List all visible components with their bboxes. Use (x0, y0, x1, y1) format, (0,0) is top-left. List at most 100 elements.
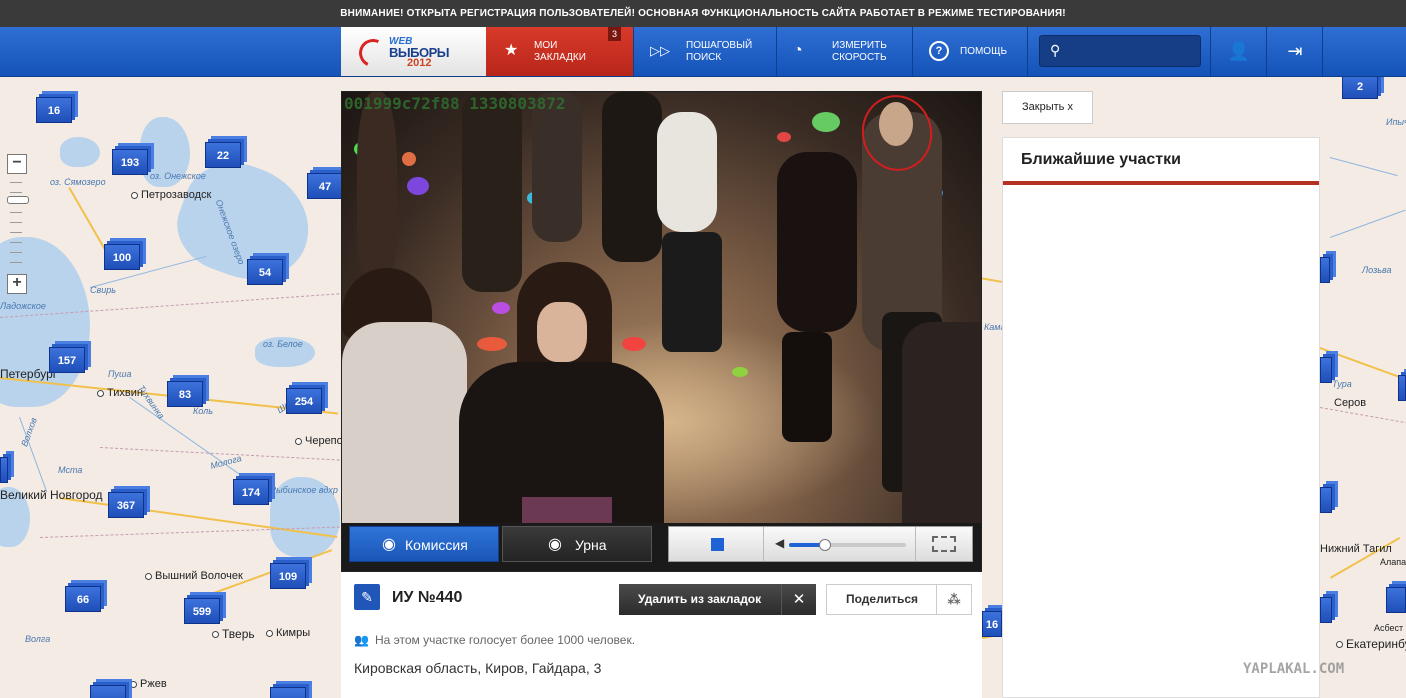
ballot-icon: ✎ (354, 584, 380, 610)
fullscreen-icon[interactable] (932, 536, 956, 552)
help-icon: ? (929, 41, 949, 61)
voters-note: 👥 На этом участке голосует более 1000 чел… (354, 633, 636, 647)
nav-help-label: ПОМОЩЬ (960, 46, 1008, 57)
camera-commission-button[interactable]: ◉ Комиссия (349, 526, 499, 562)
video-player: 001999c72f88 1330803872 ◉ Комиссия ◉ Урн… (341, 91, 982, 572)
speedometer-icon: ◔ (793, 42, 803, 59)
water-label: оз. Сямозеро (50, 177, 106, 187)
map-cluster-marker[interactable] (0, 457, 8, 483)
forward-icon: ▷▷ (650, 43, 670, 58)
map-cluster-marker[interactable]: 174 (233, 479, 269, 505)
water-label: Тура (1332, 379, 1352, 389)
watermark-text: YAPLAKAL.COM (1243, 661, 1345, 677)
map-cluster-marker[interactable]: 47 (307, 173, 343, 199)
map-cluster-marker[interactable] (1320, 357, 1332, 383)
camera-urn-button[interactable]: ◉ Урна (502, 526, 652, 562)
map-cluster-marker[interactable]: 157 (49, 347, 85, 373)
polling-station-address: Кировская область, Киров, Гайдара, 3 (354, 660, 602, 676)
map-cluster-marker[interactable]: 2 (1342, 77, 1378, 99)
site-logo[interactable]: WEB ВЫБОРЫ 2012 (341, 27, 486, 76)
city-label: Нижний Тагил (1320, 543, 1392, 555)
map-cluster-marker[interactable]: 599 (184, 598, 220, 624)
volume-icon[interactable]: ◀ (775, 536, 784, 550)
map-cluster-marker[interactable] (1398, 375, 1406, 401)
map-zoom-control: − + (7, 154, 29, 294)
river (1329, 157, 1398, 177)
water-label: Волга (25, 634, 51, 644)
lake-syamozero (60, 137, 100, 167)
close-icon: ✕ (781, 584, 816, 615)
city-label: Асбест (1374, 623, 1404, 633)
user-icon: 👤 (1227, 41, 1251, 61)
map-cluster-marker[interactable] (90, 685, 126, 698)
search-input[interactable] (1070, 41, 1194, 63)
water-label: Рыбинское вдхр (270, 485, 338, 495)
city-label: Тверь (212, 627, 255, 641)
share-label: Поделиться (846, 592, 919, 606)
zoom-in-button[interactable]: + (7, 274, 27, 294)
water-label: Ладожское (0, 301, 46, 311)
river (1330, 209, 1406, 238)
camera-video-frame[interactable]: 001999c72f88 1330803872 (342, 92, 981, 523)
logout-button[interactable]: ⇥ (1267, 27, 1323, 76)
share-button[interactable]: Поделиться ⁂ (826, 584, 972, 615)
nav-help[interactable]: ? ПОМОЩЬ (913, 27, 1028, 76)
nav-measure-speed[interactable]: ◔ ИЗМЕРИТЬ СКОРОСТЬ (777, 27, 913, 76)
playback-controls: ◀ (668, 526, 973, 562)
map-cluster-marker[interactable] (1320, 487, 1332, 513)
city-label: Алапаевск (1380, 557, 1406, 567)
zoom-slider[interactable] (7, 174, 29, 274)
close-panel-button[interactable]: Закрыть х (1002, 91, 1093, 124)
city-label: Екатеринбург (1336, 637, 1406, 651)
map-cluster-marker[interactable]: 367 (108, 492, 144, 518)
map-cluster-marker[interactable]: 109 (270, 563, 306, 589)
share-icon: ⁂ (936, 585, 971, 614)
search-icon: ⚲ (1050, 42, 1061, 58)
water-label: Мста (58, 465, 83, 475)
city-label: Серов (1334, 397, 1367, 409)
map-cluster-marker[interactable]: 54 (247, 259, 283, 285)
region-border (1319, 407, 1406, 424)
polling-station-title: ИУ №440 (392, 589, 463, 606)
zoom-out-button[interactable]: − (7, 154, 27, 174)
map-cluster-marker[interactable] (270, 687, 306, 698)
search-box[interactable]: ⚲ (1039, 35, 1201, 67)
star-icon: ★ (504, 42, 519, 59)
polling-station-info: ✎ ИУ №440 Удалить из закладок ✕ Поделить… (341, 572, 982, 698)
volume-slider-thumb[interactable] (819, 539, 832, 551)
nav-my-bookmarks[interactable]: ★ МОИ ЗАКЛАДКИ 3 (486, 27, 634, 76)
map-cluster-marker[interactable] (1320, 597, 1332, 623)
header: WEB ВЫБОРЫ 2012 ★ МОИ ЗАКЛАДКИ 3 ▷▷ ПОШАГ… (0, 27, 1406, 77)
people-icon: 👥 (354, 633, 369, 647)
map-cluster-marker[interactable]: 16 (36, 97, 72, 123)
map-cluster-marker[interactable]: 16 (982, 611, 1002, 637)
map-cluster-marker[interactable]: 193 (112, 149, 148, 175)
water-label: Коль (193, 406, 213, 416)
bookmarks-count-badge: 3 (607, 27, 621, 41)
map-cluster-marker[interactable]: 83 (167, 381, 203, 407)
remove-bookmark-button[interactable]: Удалить из закладок ✕ (619, 584, 816, 615)
zoom-slider-thumb[interactable] (7, 196, 29, 204)
city-label: Великий Новгород (0, 488, 103, 502)
user-profile-button[interactable]: 👤 (1211, 27, 1267, 76)
water-label: Свирь (90, 285, 116, 295)
map-cluster-marker[interactable] (1320, 257, 1330, 283)
video-timestamp: 001999c72f88 1330803872 (344, 94, 566, 113)
water-label: Тихвинка (136, 383, 167, 421)
map-cluster-marker[interactable] (1386, 587, 1406, 613)
map-cluster-marker[interactable]: 22 (205, 142, 241, 168)
remove-bookmark-label: Удалить из закладок (638, 592, 762, 606)
nav-measure-speed-label: ИЗМЕРИТЬ СКОРОСТЬ (832, 40, 887, 63)
map-cluster-marker[interactable]: 66 (65, 586, 101, 612)
nav-my-bookmarks-label: МОИ ЗАКЛАДКИ (534, 40, 586, 63)
nav-step-search[interactable]: ▷▷ ПОШАГОВЫЙ ПОИСК (634, 27, 777, 76)
map-cluster-marker[interactable]: 254 (286, 388, 322, 414)
video-controls: ◉ Комиссия ◉ Урна ◀ (342, 523, 981, 571)
volume-slider[interactable] (789, 539, 906, 551)
logout-icon: ⇥ (1287, 41, 1303, 61)
road (1319, 347, 1405, 380)
camera-icon: ◉ (382, 536, 396, 553)
map-cluster-marker[interactable]: 100 (104, 244, 140, 270)
notice-bar: ВНИМАНИЕ! ОТКРЫТА РЕГИСТРАЦИЯ ПОЛЬЗОВАТЕ… (0, 0, 1406, 27)
stop-icon[interactable] (711, 538, 724, 551)
